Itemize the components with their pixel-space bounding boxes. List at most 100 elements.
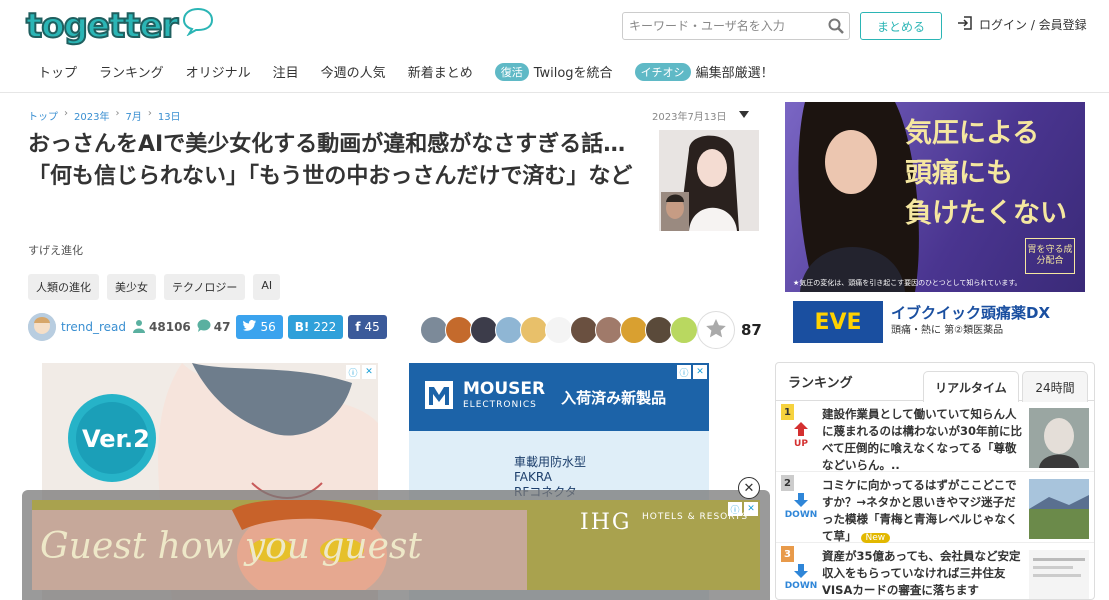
nav-pickup[interactable]: イチオシ 編集部厳選！ (634, 62, 774, 81)
twitter-share-button[interactable]: 56 (236, 315, 283, 339)
eve-product-title: イブクイック頭痛薬DX (891, 304, 1051, 322)
togetter-logo[interactable]: togetter (25, 5, 215, 48)
eve-logo: EVE (793, 301, 883, 343)
ranking-item-title: 資産が35億あっても、会社員など安定収入をもらっていなければ三井住友VISAカー… (822, 549, 1021, 597)
ihg-logo-sub: HOTELS & RESORTS (642, 512, 749, 522)
mouser-sub: ELECTRONICS (463, 400, 537, 410)
eve-product-bar: EVE イブクイック頭痛薬DX 頭痛・熱に 第②類医薬品 (785, 292, 1085, 352)
favorite-user-avatar[interactable] (520, 316, 548, 344)
nav-weekly-popular[interactable]: 今週の人気 (321, 62, 386, 81)
tag-item[interactable]: 人類の進化 (28, 274, 99, 300)
favorite-user-avatar[interactable] (420, 316, 448, 344)
breadcrumb-month[interactable]: 7月 (125, 108, 141, 123)
login-icon (957, 16, 973, 33)
favorite-user-avatar[interactable] (620, 316, 648, 344)
rank-trend-label: UP (794, 439, 808, 449)
facebook-count: 45 (364, 320, 380, 334)
ihg-logo: IHG (580, 510, 632, 535)
matome-button[interactable]: まとめる (860, 12, 942, 40)
ranking-item[interactable]: 3 DOWN 資産が35億あっても、会社員など安定収入をもらっていなければ三井住… (776, 544, 1094, 599)
nav-original[interactable]: オリジナル (186, 62, 251, 81)
favorite-user-avatar[interactable] (470, 316, 498, 344)
arrow-up-icon (794, 422, 808, 436)
rank-trend: DOWN (782, 564, 820, 591)
search-box (622, 12, 850, 40)
search-input[interactable] (623, 13, 823, 39)
eve-ad-note: ★気圧の変化は、頭痛を引き起こす要因のひとつとして知られています。 (793, 279, 1022, 287)
eve-ad-copy-line: 頭痛にも (905, 158, 1013, 189)
caret-down-icon[interactable] (738, 110, 749, 121)
ranking-item[interactable]: 2 DOWN コミケに向かってるはずがここどこですか？→ネタかと思いきやマジ迷子… (776, 473, 1094, 543)
tab-24h[interactable]: 24時間 (1022, 371, 1088, 402)
rank-number: 3 (781, 546, 794, 562)
favorite-button[interactable] (697, 311, 735, 349)
breadcrumb-sep: › (147, 108, 152, 119)
publish-date: 2023年7月13日 (652, 108, 749, 123)
view-count: 48106 (132, 319, 191, 336)
comment-count-value: 47 (213, 320, 231, 334)
speech-bubble-icon (181, 6, 215, 40)
eve-ad-copy-line: 負けたくない (905, 198, 1067, 229)
ranking-item-thumbnail (1029, 550, 1089, 599)
adchoices[interactable]: ⓘ ✕ (346, 365, 376, 379)
facebook-share-button[interactable]: f 45 (348, 315, 387, 339)
logo-text: togetter (25, 5, 179, 47)
favorite-user-avatar[interactable] (445, 316, 473, 344)
ad-close-icon[interactable]: ✕ (693, 365, 707, 379)
new-badge: New (860, 533, 891, 543)
tag-item[interactable]: AI (253, 274, 281, 300)
favorite-user-avatar[interactable] (645, 316, 673, 344)
author-username[interactable]: trend_read (61, 320, 126, 334)
header-divider (0, 92, 1109, 93)
favorite-count: 87 (741, 321, 762, 339)
tab-realtime[interactable]: リアルタイム (923, 371, 1019, 402)
nav-top[interactable]: トップ (38, 62, 77, 81)
favorite-user-avatar[interactable] (495, 316, 523, 344)
tag-item[interactable]: 美少女 (107, 274, 156, 300)
ranking-item-title: 建設作業員として働いていて知らん人に蔑まれるのは構わないが30年前に比べて圧倒的… (822, 407, 1023, 472)
login-link[interactable]: ログイン / 会員登録 (957, 16, 1087, 33)
adchoices-info-icon[interactable]: ⓘ (346, 365, 360, 379)
search-icon[interactable] (823, 18, 849, 34)
eve-ad-badge: 胃を守る成分配合 (1025, 238, 1075, 274)
favorite-user-avatar[interactable] (670, 316, 698, 344)
nav-new[interactable]: 新着まとめ (408, 62, 473, 81)
twitter-bird-icon (243, 320, 257, 334)
login-label: ログイン / 会員登録 (979, 18, 1087, 32)
ranking-item-title-text: コミケに向かってるはずがここどこですか？→ネタかと思いきやマジ迷子だった模様「青… (822, 478, 1018, 543)
breadcrumb-day[interactable]: 13日 (158, 108, 181, 123)
article-title: おっさんをAIで美少女化する動画が違和感がなさすぎる話…「何も信じられない」「も… (28, 132, 633, 189)
comment-count[interactable]: 47 (197, 319, 231, 335)
favorite-user-avatar[interactable] (570, 316, 598, 344)
ad-close-icon[interactable]: ✕ (362, 365, 376, 379)
ranking-item-thumbnail (1029, 408, 1089, 468)
sticky-ad-close-button[interactable]: ✕ (738, 477, 760, 499)
favorite-user-avatar[interactable] (595, 316, 623, 344)
arrow-down-icon (794, 493, 808, 507)
breadcrumb-sep: › (64, 108, 68, 119)
nav-featured[interactable]: 注目 (273, 62, 299, 81)
eve-product-sub: 頭痛・熱に 第②類医薬品 (891, 325, 1004, 336)
hatena-bookmark-button[interactable]: B! 222 (287, 315, 344, 339)
nav-ranking[interactable]: ランキング (99, 62, 164, 81)
mouser-body-line: FAKRA (514, 470, 552, 484)
nav-twilog[interactable]: 復活 Twilogを統合 (494, 62, 613, 81)
adchoices[interactable]: ⓘ ✕ (677, 365, 707, 379)
breadcrumb-top[interactable]: トップ (28, 108, 58, 123)
tag-item[interactable]: テクノロジー (164, 274, 246, 300)
article-stats: trend_read 48106 47 56 B! 222 f 45 (28, 312, 392, 342)
ranking-item[interactable]: 1 UP 建設作業員として働いていて知らん人に蔑まれるのは構わないが30年前に比… (776, 402, 1094, 472)
eve-ad-copy: 気圧による 頭痛にも 負けたくない (905, 114, 1067, 234)
user-icon (132, 319, 146, 336)
ranking-header: ランキング リアルタイム 24時間 (776, 363, 1094, 402)
breadcrumb-year[interactable]: 2023年 (74, 108, 109, 123)
mouser-header: MOUSER ELECTRONICS 入荷済み新製品 (409, 363, 709, 431)
favorite-user-avatar[interactable] (545, 316, 573, 344)
mouser-m-icon (425, 381, 453, 413)
rank-trend-label: DOWN (784, 510, 818, 520)
author-avatar[interactable] (28, 313, 56, 341)
ranking-title: ランキング (788, 376, 853, 391)
eve-ad-banner[interactable]: 気圧による 頭痛にも 負けたくない 胃を守る成分配合 ★気圧の変化は、頭痛を引き… (785, 102, 1085, 352)
adchoices-info-icon[interactable]: ⓘ (677, 365, 691, 379)
breadcrumb-sep: › (115, 108, 120, 119)
